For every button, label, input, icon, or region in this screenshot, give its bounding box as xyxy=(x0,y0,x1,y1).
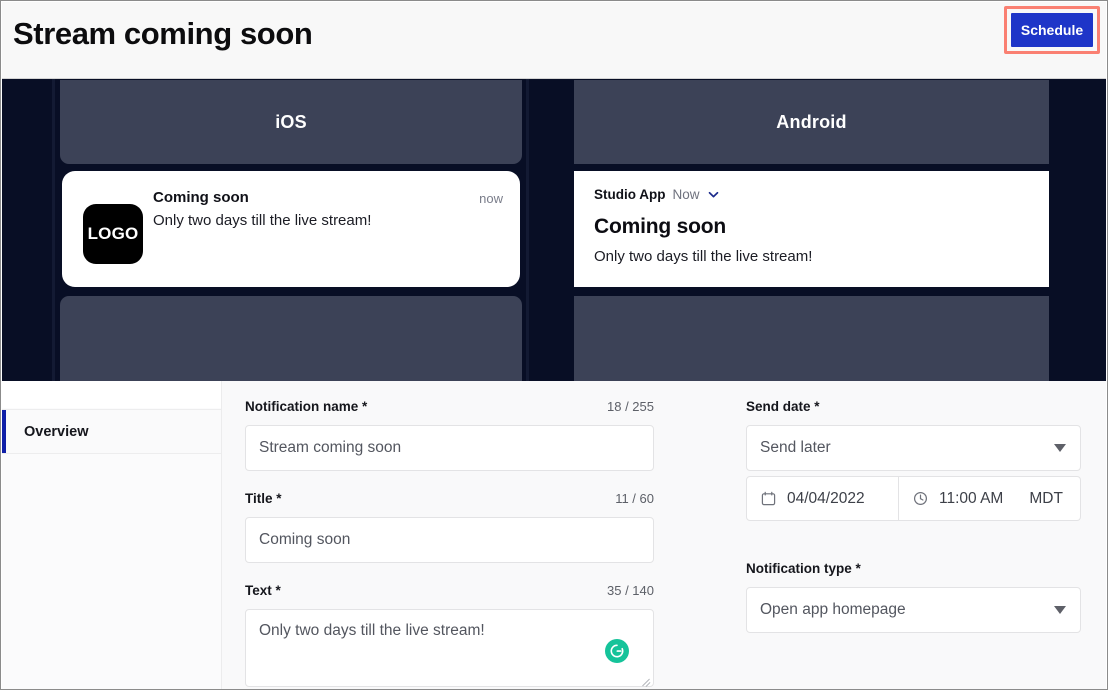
android-notification-card: Studio App Now Coming soon Only two days… xyxy=(574,171,1049,287)
send-timezone-value: MDT xyxy=(1029,489,1063,507)
calendar-icon xyxy=(761,491,776,506)
title-label-row: Title * 11 / 60 xyxy=(245,491,654,506)
text-label: Text * xyxy=(245,583,281,598)
schedule-button-highlight: Schedule xyxy=(1004,6,1100,54)
sidebar-item-label: Overview xyxy=(24,423,89,440)
app-root: Stream coming soon Schedule iOS LOGO Com… xyxy=(0,0,1108,690)
ios-notification-body: Only two days till the live stream! xyxy=(153,212,372,229)
send-time-picker[interactable]: 11:00 AM MDT xyxy=(899,476,1081,521)
android-device-header: Android xyxy=(574,80,1049,164)
send-date-label: Send date * xyxy=(746,399,820,414)
form-sidebar: Overview xyxy=(2,381,222,689)
notification-name-label: Notification name * xyxy=(245,399,368,414)
form-fields-area: Notification name * 18 / 255 Title * 11 … xyxy=(222,381,1106,689)
send-time-value: 11:00 AM xyxy=(939,489,1004,507)
ios-notification-title: Coming soon xyxy=(153,189,249,206)
text-textarea[interactable] xyxy=(245,609,654,687)
send-date-value: 04/04/2022 xyxy=(787,489,865,507)
android-app-name: Studio App xyxy=(594,187,666,202)
notification-name-input[interactable] xyxy=(245,425,654,471)
android-notification-body: Only two days till the live stream! xyxy=(594,248,813,265)
notification-form-panel: Overview Notification name * 18 / 255 Ti… xyxy=(2,381,1106,689)
android-device-label: Android xyxy=(776,111,847,132)
schedule-button[interactable]: Schedule xyxy=(1011,13,1093,47)
page-header: Stream coming soon Schedule xyxy=(2,2,1106,79)
notification-type-label-row: Notification type * xyxy=(746,561,1081,576)
send-date-picker[interactable]: 04/04/2022 xyxy=(746,476,899,521)
ios-device-label: iOS xyxy=(275,111,307,132)
android-notification-meta: Studio App Now xyxy=(594,187,720,202)
page-title: Stream coming soon xyxy=(13,16,313,51)
notification-type-label: Notification type * xyxy=(746,561,861,576)
title-counter: 11 / 60 xyxy=(615,491,654,506)
ios-notification-card: LOGO Coming soon now Only two days till … xyxy=(62,171,520,287)
notification-type-select[interactable]: Open app homepage xyxy=(746,587,1081,633)
chevron-down-icon xyxy=(1054,606,1066,614)
chevron-down-icon[interactable] xyxy=(707,188,720,201)
android-notification-time: Now xyxy=(672,187,700,202)
send-date-mode-value: Send later xyxy=(760,439,831,456)
ios-app-logo: LOGO xyxy=(83,204,143,264)
sidebar-top-spacer xyxy=(2,381,221,408)
text-label-row: Text * 35 / 140 xyxy=(245,583,654,598)
text-counter: 35 / 140 xyxy=(607,583,654,598)
title-label: Title * xyxy=(245,491,282,506)
grammarly-icon[interactable] xyxy=(605,639,629,663)
notification-name-label-row: Notification name * 18 / 255 xyxy=(245,399,654,414)
notification-type-value: Open app homepage xyxy=(760,601,906,618)
stage-gutter-middle xyxy=(526,79,529,381)
send-date-label-row: Send date * xyxy=(746,399,1081,414)
android-preview-column: Android Studio App Now Coming soon Only … xyxy=(574,79,1049,381)
notification-name-counter: 18 / 255 xyxy=(607,399,654,414)
stage-gutter-left xyxy=(52,79,55,381)
android-device-filler xyxy=(574,296,1049,381)
ios-device-header: iOS xyxy=(60,80,522,164)
notification-preview-stage: iOS LOGO Coming soon now Only two days t… xyxy=(2,79,1106,381)
title-input[interactable] xyxy=(245,517,654,563)
textarea-resize-handle[interactable] xyxy=(641,675,651,685)
android-notification-title: Coming soon xyxy=(594,215,726,238)
send-date-mode-select[interactable]: Send later xyxy=(746,425,1081,471)
clock-icon xyxy=(913,491,928,506)
chevron-down-icon xyxy=(1054,444,1066,452)
sidebar-item-overview[interactable]: Overview xyxy=(2,409,221,454)
ios-notification-time: now xyxy=(479,191,503,206)
ios-preview-column: iOS LOGO Coming soon now Only two days t… xyxy=(60,79,522,381)
ios-device-filler xyxy=(60,296,522,381)
